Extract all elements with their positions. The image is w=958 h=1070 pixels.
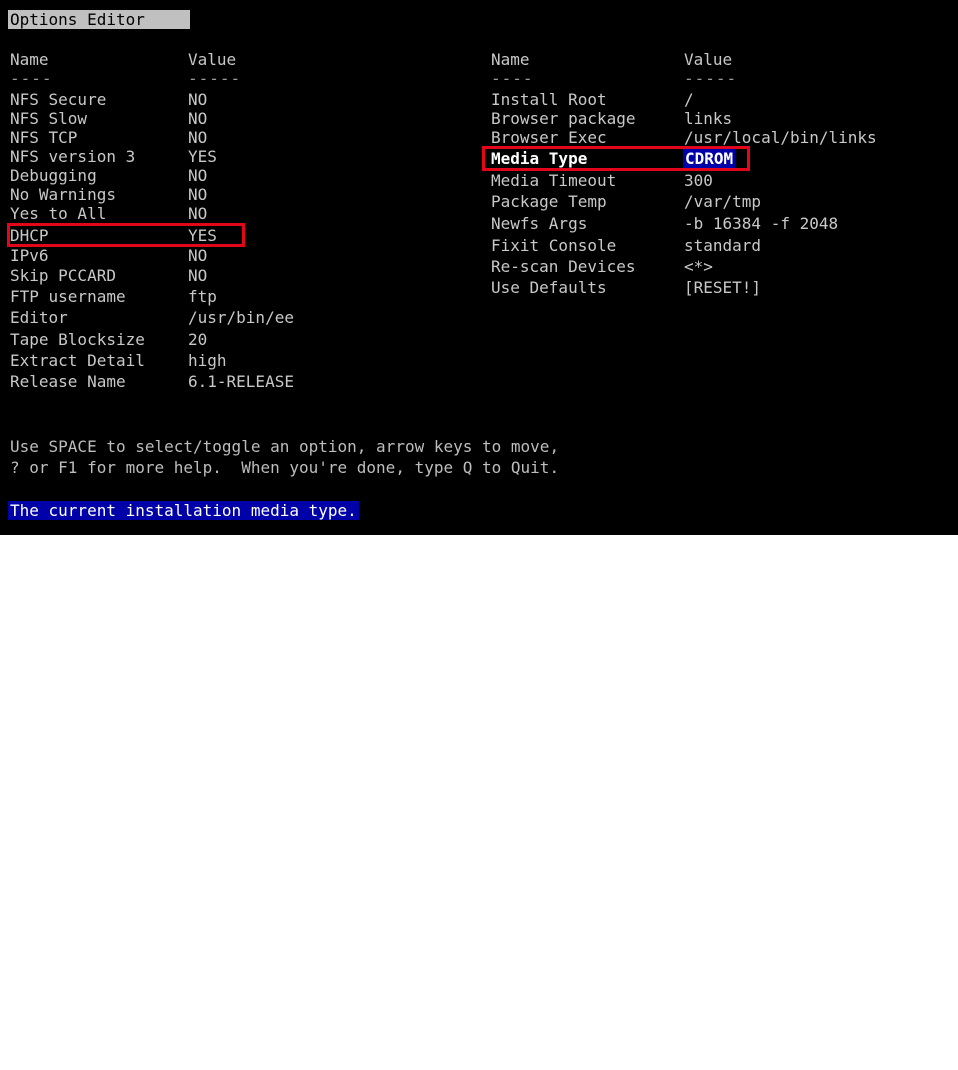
help-line-1: Use SPACE to select/toggle an option, ar… bbox=[10, 437, 560, 456]
option-nfs-version-3-name[interactable]: NFS version 3 bbox=[10, 147, 135, 166]
option-browser-package-name[interactable]: Browser package bbox=[491, 109, 636, 128]
option-tape-blocksize-value[interactable]: 20 bbox=[188, 330, 207, 349]
option-no-warnings-name[interactable]: No Warnings bbox=[10, 185, 116, 204]
option-newfs-args-name[interactable]: Newfs Args bbox=[491, 214, 587, 233]
option-nfs-secure-name[interactable]: NFS Secure bbox=[10, 90, 106, 109]
help-line-2: ? or F1 for more help. When you're done,… bbox=[10, 458, 560, 477]
option-debugging-name[interactable]: Debugging bbox=[10, 166, 97, 185]
left-value-separator: ----- bbox=[188, 69, 242, 88]
option-ftp-username-name[interactable]: FTP username bbox=[10, 287, 126, 306]
option-extract-detail-value[interactable]: high bbox=[188, 351, 227, 370]
option-ipv6-value[interactable]: NO bbox=[188, 246, 207, 265]
option-browser-exec-value[interactable]: /usr/local/bin/links bbox=[684, 128, 877, 147]
option-package-temp-value[interactable]: /var/tmp bbox=[684, 192, 761, 211]
option-debugging-value[interactable]: NO bbox=[188, 166, 207, 185]
option-package-temp-name[interactable]: Package Temp bbox=[491, 192, 607, 211]
option-nfs-slow-value[interactable]: NO bbox=[188, 109, 207, 128]
right-value-header: Value bbox=[684, 50, 733, 69]
option-ipv6-name[interactable]: IPv6 bbox=[10, 246, 49, 265]
option-extract-detail-name[interactable]: Extract Detail bbox=[10, 351, 145, 370]
option-install-root-name[interactable]: Install Root bbox=[491, 90, 607, 109]
option-release-name-name[interactable]: Release Name bbox=[10, 372, 126, 391]
status-message: The current installation media type. bbox=[8, 501, 359, 520]
option-yes-to-all-name[interactable]: Yes to All bbox=[10, 204, 106, 223]
option-fixit-console-name[interactable]: Fixit Console bbox=[491, 236, 616, 255]
option-newfs-args-value[interactable]: -b 16384 -f 2048 bbox=[684, 214, 838, 233]
option-media-timeout-name[interactable]: Media Timeout bbox=[491, 171, 616, 190]
option-rescan-devices-name[interactable]: Re-scan Devices bbox=[491, 257, 636, 276]
option-browser-exec-name[interactable]: Browser Exec bbox=[491, 128, 607, 147]
right-value-separator: ----- bbox=[684, 69, 738, 88]
option-install-root-value[interactable]: / bbox=[684, 90, 694, 109]
option-editor-value[interactable]: /usr/bin/ee bbox=[188, 308, 294, 327]
window-title: Options Editor bbox=[8, 10, 190, 29]
option-nfs-secure-value[interactable]: NO bbox=[188, 90, 207, 109]
option-nfs-tcp-name[interactable]: NFS TCP bbox=[10, 128, 77, 147]
option-browser-package-value[interactable]: links bbox=[684, 109, 732, 128]
left-name-separator: ---- bbox=[10, 69, 53, 88]
option-nfs-slow-name[interactable]: NFS Slow bbox=[10, 109, 87, 128]
option-media-timeout-value[interactable]: 300 bbox=[684, 171, 713, 190]
option-no-warnings-value[interactable]: NO bbox=[188, 185, 207, 204]
dhcp-highlight-box bbox=[7, 223, 245, 247]
option-skip-pccard-value[interactable]: NO bbox=[188, 266, 207, 285]
option-skip-pccard-name[interactable]: Skip PCCARD bbox=[10, 266, 116, 285]
media-type-highlight-box bbox=[482, 146, 750, 171]
option-tape-blocksize-name[interactable]: Tape Blocksize bbox=[10, 330, 145, 349]
left-value-header: Value bbox=[188, 50, 237, 69]
option-use-defaults-value[interactable]: [RESET!] bbox=[684, 278, 761, 297]
option-nfs-version-3-value[interactable]: YES bbox=[188, 147, 217, 166]
right-name-header: Name bbox=[491, 50, 530, 69]
option-use-defaults-name[interactable]: Use Defaults bbox=[491, 278, 607, 297]
option-fixit-console-value[interactable]: standard bbox=[684, 236, 761, 255]
option-rescan-devices-value[interactable]: <*> bbox=[684, 257, 713, 276]
option-ftp-username-value[interactable]: ftp bbox=[188, 287, 217, 306]
option-yes-to-all-value[interactable]: NO bbox=[188, 204, 207, 223]
right-name-separator: ---- bbox=[491, 69, 534, 88]
left-name-header: Name bbox=[10, 50, 49, 69]
console-screen: Options Editor Name Value ---- ----- Nam… bbox=[0, 0, 958, 535]
option-editor-name[interactable]: Editor bbox=[10, 308, 68, 327]
option-nfs-tcp-value[interactable]: NO bbox=[188, 128, 207, 147]
option-release-name-value[interactable]: 6.1-RELEASE bbox=[188, 372, 294, 391]
